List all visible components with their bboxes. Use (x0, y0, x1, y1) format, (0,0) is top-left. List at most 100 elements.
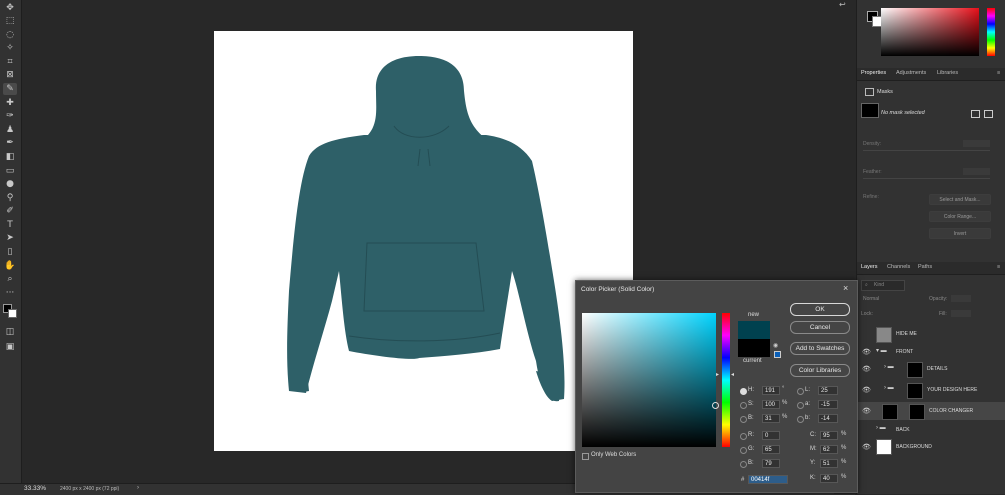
path-selection-tool-icon[interactable]: ➤ (3, 232, 17, 244)
eyedropper-tool-icon[interactable]: ✎ (3, 83, 17, 95)
rectangle-tool-icon[interactable]: ▯ (3, 246, 17, 258)
layers-menu-icon[interactable]: ≡ (997, 264, 1000, 270)
feather-field[interactable] (963, 168, 990, 175)
pen-tool-icon[interactable]: ✐ (3, 205, 17, 217)
dodge-tool-icon[interactable]: ⚲ (3, 192, 17, 204)
add-vector-mask-icon[interactable] (984, 110, 993, 118)
magic-wand-tool-icon[interactable]: ✧ (3, 42, 17, 54)
lightness-input[interactable]: 25 (818, 386, 838, 395)
green-input[interactable]: 65 (762, 445, 780, 454)
add-to-swatches-button[interactable]: Add to Swatches (790, 342, 850, 355)
visibility-eye-icon[interactable]: 👁 (862, 443, 871, 451)
more-tools-icon[interactable]: ··· (3, 287, 17, 299)
yellow-input[interactable]: 51 (820, 459, 838, 468)
select-and-mask-button[interactable]: Select and Mask... (929, 194, 991, 205)
red-input[interactable]: 0 (762, 431, 780, 440)
cancel-button[interactable]: Cancel (790, 321, 850, 334)
tab-channels[interactable]: Channels (887, 264, 910, 270)
hue-slider-right-arrow-icon[interactable]: ◂ (731, 371, 734, 378)
filter-kind-select[interactable]: ⌕ Kind (861, 280, 905, 291)
eraser-tool-icon[interactable]: ◧ (3, 151, 17, 163)
brightness-radio[interactable] (740, 416, 747, 423)
brush-tool-icon[interactable]: ✑ (3, 110, 17, 122)
move-tool-icon[interactable]: ✥ (3, 2, 17, 14)
lightness-radio[interactable] (797, 388, 804, 395)
hue-slider[interactable] (987, 8, 995, 56)
red-radio[interactable] (740, 433, 747, 440)
close-icon[interactable]: × (843, 283, 848, 293)
visibility-eye-icon[interactable]: 👁 (862, 365, 871, 373)
magenta-input[interactable]: 62 (820, 445, 838, 454)
history-panel-icon[interactable]: ↩ (839, 0, 846, 9)
blur-tool-icon[interactable]: ● (3, 178, 17, 190)
history-brush-tool-icon[interactable]: ✒ (3, 137, 17, 149)
zoom-level[interactable]: 33.33% (24, 485, 46, 492)
green-radio[interactable] (740, 447, 747, 454)
lasso-tool-icon[interactable]: ◌ (3, 29, 17, 41)
layer-row[interactable]: 👁 BACKGROUND (857, 438, 1005, 456)
screen-mode-icon[interactable]: ▣ (3, 341, 17, 353)
layer-row[interactable]: 👁 COLOR CHANGER (857, 402, 1005, 420)
blend-mode-select[interactable]: Normal (863, 296, 879, 302)
blue-radio[interactable] (740, 461, 747, 468)
color-range-button[interactable]: Color Range... (929, 211, 991, 222)
color-field[interactable] (881, 8, 979, 56)
tab-properties[interactable]: Properties (861, 70, 886, 76)
hex-input[interactable]: 00414f (748, 475, 788, 484)
panel-menu-icon[interactable]: ≡ (997, 70, 1000, 76)
zoom-tool-icon[interactable]: ⌕ (3, 273, 17, 285)
tab-layers[interactable]: Layers (861, 264, 878, 270)
layer-row[interactable]: › ▬ BACK (857, 421, 1005, 439)
density-field[interactable] (963, 140, 990, 147)
healing-brush-tool-icon[interactable]: ✚ (3, 97, 17, 109)
saturation-input[interactable]: 100 (762, 400, 780, 409)
brightness-input[interactable]: 31 (762, 414, 780, 423)
blue-input[interactable]: 79 (762, 459, 780, 468)
visibility-eye-icon[interactable]: 👁 (862, 386, 871, 394)
opacity-field[interactable] (951, 295, 971, 302)
crop-tool-icon[interactable]: ⌗ (3, 56, 17, 68)
b-channel-radio[interactable] (797, 416, 804, 423)
black-input[interactable]: 40 (820, 474, 838, 483)
only-web-colors-checkbox[interactable] (582, 453, 589, 460)
marquee-tool-icon[interactable]: ⬚ (3, 15, 17, 27)
hue-slider-left-arrow-icon[interactable]: ▸ (716, 371, 719, 378)
type-tool-icon[interactable]: T (3, 219, 17, 231)
a-channel-input[interactable]: -15 (818, 400, 838, 409)
current-color-swatch[interactable] (738, 339, 770, 357)
add-pixel-mask-icon[interactable] (971, 110, 980, 118)
hue-radio[interactable] (740, 388, 747, 395)
visibility-eye-icon[interactable]: 👁 (862, 407, 871, 415)
hue-input[interactable]: 191 (762, 386, 780, 395)
a-channel-radio[interactable] (797, 402, 804, 409)
layer-row[interactable]: 👁 ▾ ▬ FRONT (857, 343, 1005, 361)
status-menu-arrow-icon[interactable]: › (137, 485, 139, 491)
frame-tool-icon[interactable]: ⊠ (3, 69, 17, 81)
color-field-cursor[interactable] (712, 402, 719, 409)
layer-row[interactable]: 👁 › ▬ DETAILS (857, 360, 1005, 378)
background-color-swatch[interactable] (8, 309, 17, 318)
hand-tool-icon[interactable]: ✋ (3, 260, 17, 272)
quick-mask-icon[interactable]: ◫ (3, 326, 17, 338)
cyan-input[interactable]: 95 (820, 431, 838, 440)
hue-slider[interactable] (722, 313, 730, 447)
out-of-gamut-icon[interactable]: ◉ (773, 342, 778, 349)
invert-button[interactable]: Invert (929, 228, 991, 239)
ok-button[interactable]: OK (790, 303, 850, 316)
web-safe-color-icon[interactable] (774, 351, 781, 358)
saturation-brightness-field[interactable] (582, 313, 719, 447)
document-canvas[interactable] (214, 31, 633, 451)
stamp-tool-icon[interactable]: ♟ (3, 124, 17, 136)
layer-row[interactable]: HIDE ME (857, 325, 1005, 343)
layer-row[interactable]: 👁 › ▬ YOUR DESIGN HERE (857, 381, 1005, 399)
visibility-eye-icon[interactable]: 👁 (862, 348, 871, 356)
b-channel-input[interactable]: -14 (818, 414, 838, 423)
fill-field[interactable] (951, 310, 971, 317)
tab-adjustments[interactable]: Adjustments (896, 70, 926, 76)
density-slider[interactable] (863, 150, 990, 151)
feather-slider[interactable] (863, 178, 990, 179)
tab-paths[interactable]: Paths (918, 264, 932, 270)
tab-libraries[interactable]: Libraries (937, 70, 958, 76)
saturation-radio[interactable] (740, 402, 747, 409)
gradient-tool-icon[interactable]: ▭ (3, 165, 17, 177)
